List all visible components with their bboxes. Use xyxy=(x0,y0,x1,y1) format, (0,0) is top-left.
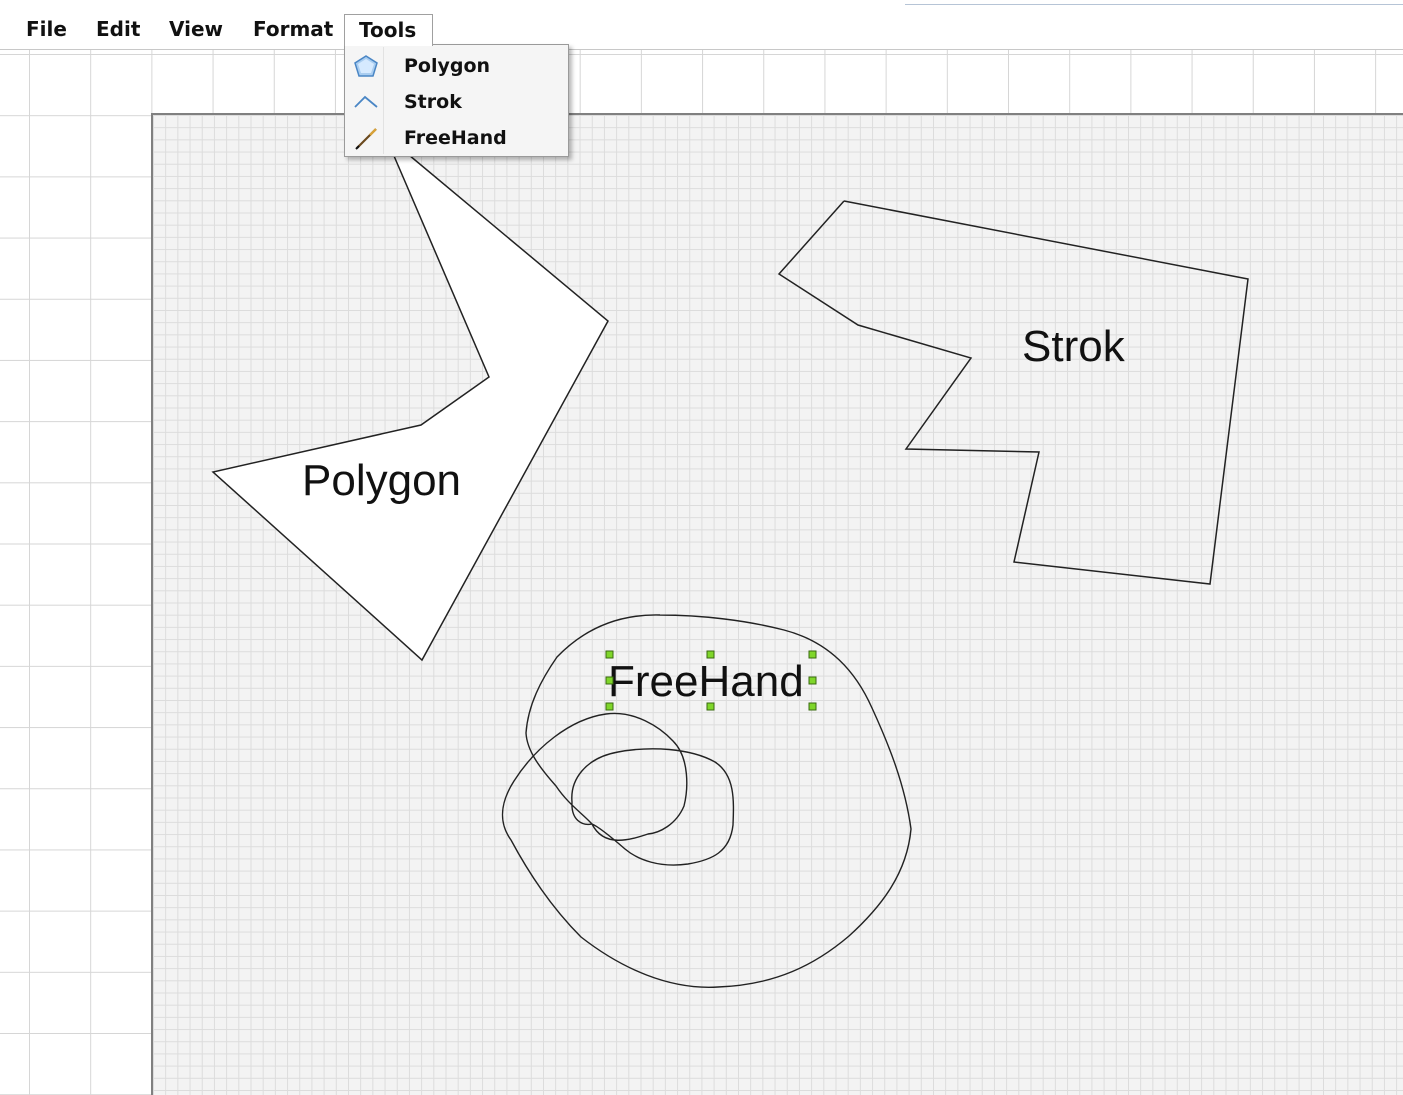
app-window: File Edit View Format Tools Polygon Stro… xyxy=(0,0,1403,1095)
selection-handle-bottom-right[interactable] xyxy=(808,702,817,711)
menu-item-strok-label: Strok xyxy=(404,91,462,113)
polygon-icon xyxy=(354,55,378,77)
stroke-shape-label: Strok xyxy=(1022,322,1126,371)
menu-item-freehand[interactable]: FreeHand xyxy=(347,121,566,155)
selection-handle-bottom-middle[interactable] xyxy=(706,702,715,711)
menu-item-freehand-label: FreeHand xyxy=(404,127,507,149)
menu-item-strok[interactable]: Strok xyxy=(347,85,566,119)
selection-handle-top-middle[interactable] xyxy=(706,650,715,659)
selection-handle-top-left[interactable] xyxy=(605,650,614,659)
selection-handle-bottom-left[interactable] xyxy=(605,702,614,711)
polygon-shape[interactable] xyxy=(211,134,609,662)
tools-dropdown-menu: Polygon Strok FreeHand xyxy=(344,44,569,157)
polygon-shape-label: Polygon xyxy=(302,456,461,505)
shapes-layer: Polygon Strok FreeHand xyxy=(211,134,1249,988)
menu-tools[interactable]: Tools xyxy=(344,14,433,46)
selection-handle-middle-left[interactable] xyxy=(605,676,614,685)
freehand-pencil-icon xyxy=(355,128,377,150)
stroke-shape[interactable] xyxy=(777,200,1249,585)
selection-handle-top-right[interactable] xyxy=(808,650,817,659)
freehand-shape-label: FreeHand xyxy=(608,657,804,706)
selection-handle-middle-right[interactable] xyxy=(808,676,817,685)
menu-item-polygon-label: Polygon xyxy=(404,55,491,77)
menu-item-polygon[interactable]: Polygon xyxy=(347,49,566,83)
stroke-icon xyxy=(354,95,378,108)
